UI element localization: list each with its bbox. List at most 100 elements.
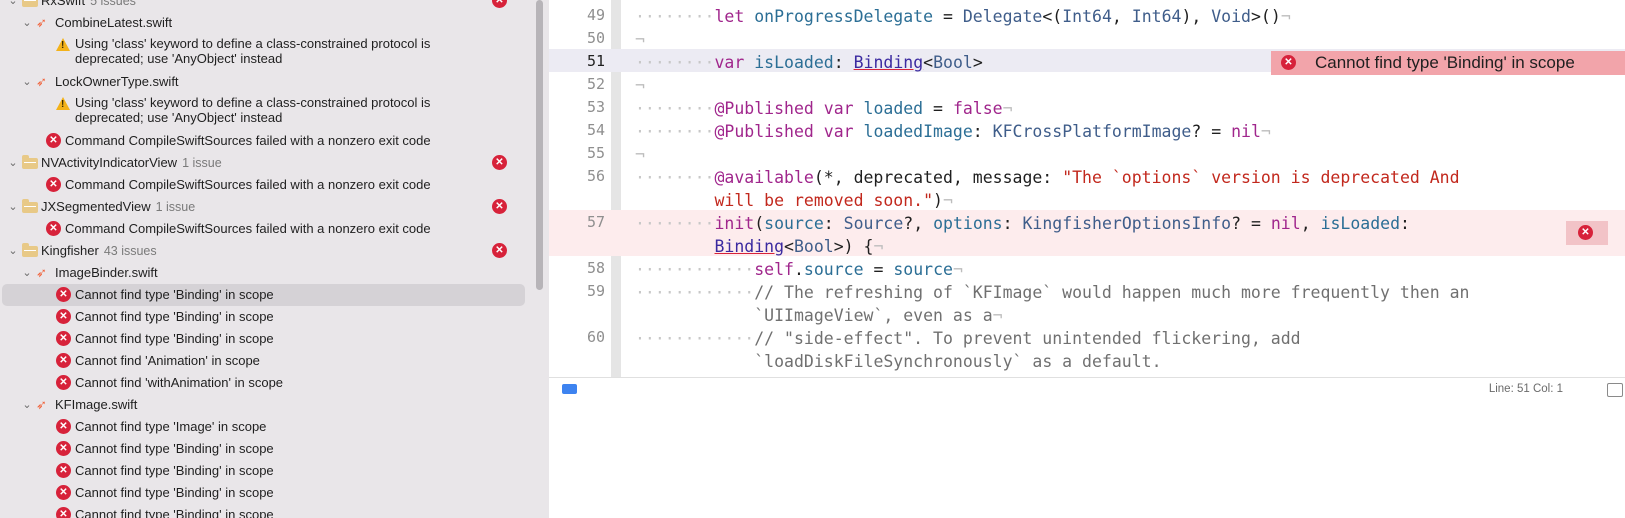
code-line[interactable]: 49 ········let onProgressDelegate = Deleg… [549,3,1625,26]
code-line[interactable]: 53 ········@Published var loaded = false¬ [549,95,1625,118]
inline-error-annotation[interactable]: ✕ Cannot find type 'Binding' in scope [1271,51,1625,75]
issue-file-row[interactable]: ⌄ ➶ LockOwnerType.swift [0,71,533,93]
debug-area[interactable] [549,402,1625,518]
error-icon: ✕ [1578,225,1593,240]
code-line[interactable]: 55 ¬ [549,141,1625,164]
code-line[interactable]: 54 ········@Published var loadedImage: KF… [549,118,1625,141]
code-line[interactable]: 58 ············self.source = source¬ [549,256,1625,279]
row-label: CombineLatest.swift [55,15,173,30]
navigator-scrollbar[interactable] [533,0,545,518]
issue-row[interactable]: ✕ Cannot find type 'Binding' in scope [0,504,533,518]
issue-list: ⌄ RxSwift 5 issues ✕ ⌄ ➶ CombineLatest.swift! U… [0,0,533,518]
code-text: ········let onProgressDelegate = Delegat… [635,7,1291,26]
line-number: 53 [586,98,605,116]
issue-row[interactable]: ✕ Cannot find type 'Binding' in scope [0,460,533,482]
issue-count: 43 issues [103,244,157,258]
issue-file-row[interactable]: ⌄ ➶ ImageBinder.swift [0,262,533,284]
error-icon: ✕ [56,441,71,456]
code-line[interactable]: 52 ¬ [549,72,1625,95]
warning-icon: ! [56,38,70,51]
issue-row[interactable]: ✕ Command CompileSwiftSources failed with… [0,130,533,152]
swift-file-icon: ➶ [36,265,47,280]
issue-file-row[interactable]: ⌄ ➶ KFImage.swift [0,394,533,416]
code-text: ············self.source = source¬ [635,260,963,279]
issue-row[interactable]: ✕ Cannot find type 'Binding' in scope [0,438,533,460]
issue-group-row[interactable]: ⌄ Kingfisher 43 issues ✕ [0,240,533,262]
code-text: ············// The refreshing of `KFImag… [635,283,1470,325]
line-number: 52 [586,75,605,93]
code-text: ········@available(*, deprecated, messag… [635,168,1460,210]
code-text: ········init(source: Source?, options: K… [635,214,1410,256]
row-label: KFImage.swift [55,397,138,412]
line-number: 59 [586,282,605,300]
issue-message: Cannot find type 'Image' in scope [75,419,267,434]
breakpoints-toggle[interactable] [562,384,577,394]
issue-row[interactable]: ✕ Cannot find 'Animation' in scope [0,350,533,372]
issue-group-row[interactable]: ⌄ JXSegmentedView 1 issue ✕ [0,196,533,218]
issue-group-row[interactable]: ⌄ RxSwift 5 issues ✕ [0,0,533,12]
code-line[interactable]: 50 ¬ [549,26,1625,49]
target-name: JXSegmentedView 1 issue [41,199,195,214]
debug-bar: Line: 51 Col: 1 [549,377,1625,403]
issue-count: 1 issue [182,156,222,170]
chevron-down-icon[interactable]: ⌄ [22,16,32,29]
code-text: ¬ [635,30,645,49]
issue-navigator: ⌄ RxSwift 5 issues ✕ ⌄ ➶ CombineLatest.swift! U… [0,0,549,518]
collapsed-error-annotation[interactable]: ✕ [1566,221,1608,245]
folder-icon [22,0,38,7]
issue-message: Cannot find type 'Binding' in scope [75,441,274,456]
issue-message: Using 'class' keyword to define a class-… [75,36,431,66]
issue-row[interactable]: ✕ Command CompileSwiftSources failed with… [0,174,533,196]
issue-group-row[interactable]: ⌄ NVActivityIndicatorView 1 issue ✕ [0,152,533,174]
issue-row[interactable]: ! Using 'class' keyword to define a class… [0,93,533,130]
panel-toggle-icon[interactable] [1607,383,1623,397]
issue-row[interactable]: ✕ Cannot find 'withAnimation' in scope [0,372,533,394]
swift-file-icon: ➶ [36,74,47,89]
line-number: 60 [586,328,605,346]
issue-row[interactable]: ✕ Cannot find type 'Image' in scope [0,416,533,438]
line-number: 49 [586,6,605,24]
issue-row[interactable]: ! Using 'class' keyword to define a class… [0,34,533,71]
error-badge-icon: ✕ [492,0,507,8]
error-icon: ✕ [56,463,71,478]
chevron-down-icon[interactable]: ⌄ [22,75,32,88]
chevron-down-icon[interactable]: ⌄ [8,200,18,213]
issue-message: Cannot find type 'Binding' in scope [75,507,274,518]
chevron-down-icon[interactable]: ⌄ [22,398,32,411]
issue-message: Using 'class' keyword to define a class-… [75,95,431,125]
issue-file-row[interactable]: ⌄ ➶ CombineLatest.swift [0,12,533,34]
code-text: ¬ [635,76,645,95]
issue-message: Cannot find 'Animation' in scope [75,353,260,368]
file-name: ImageBinder.swift [55,265,158,280]
scrollbar-thumb[interactable] [536,0,543,290]
line-number: 58 [586,259,605,277]
line-number: 51 [586,52,605,70]
swift-file-icon: ➶ [36,397,47,412]
issue-row[interactable]: ✕ Cannot find type 'Binding' in scope [0,482,533,504]
chevron-down-icon[interactable]: ⌄ [22,266,32,279]
chevron-down-icon[interactable]: ⌄ [8,156,18,169]
chevron-down-icon[interactable]: ⌄ [8,0,18,7]
code-line[interactable]: 59 ············// The refreshing of `KFIm… [549,279,1625,325]
code-line[interactable]: 60 ············// "side-effect". To preve… [549,325,1625,371]
error-icon: ✕ [56,331,71,346]
folder-icon [22,155,38,169]
code-text: ¬ [635,145,645,164]
error-icon: ✕ [56,485,71,500]
code-line[interactable]: 57 ········init(source: Source?, options:… [549,210,1625,256]
code-line[interactable]: 56 ········@available(*, deprecated, mess… [549,164,1625,210]
issue-count: 1 issue [155,200,196,214]
issue-row[interactable]: ✕ Cannot find type 'Binding' in scope [0,328,533,350]
issue-row[interactable]: ✕ Cannot find type 'Binding' in scope [0,284,533,306]
line-col-indicator: Line: 51 Col: 1 [1488,383,1563,395]
row-label: RxSwift [41,0,86,8]
issue-row[interactable]: ✕ Command CompileSwiftSources failed with… [0,218,533,240]
folder-icon [22,199,38,213]
file-name: LockOwnerType.swift [55,74,179,89]
error-icon: ✕ [56,375,71,390]
error-badge-icon: ✕ [492,243,507,258]
issue-row[interactable]: ✕ Cannot find type 'Binding' in scope [0,306,533,328]
error-badge-icon: ✕ [492,155,507,170]
chevron-down-icon[interactable]: ⌄ [8,244,18,257]
issue-message: Cannot find 'withAnimation' in scope [75,375,284,390]
